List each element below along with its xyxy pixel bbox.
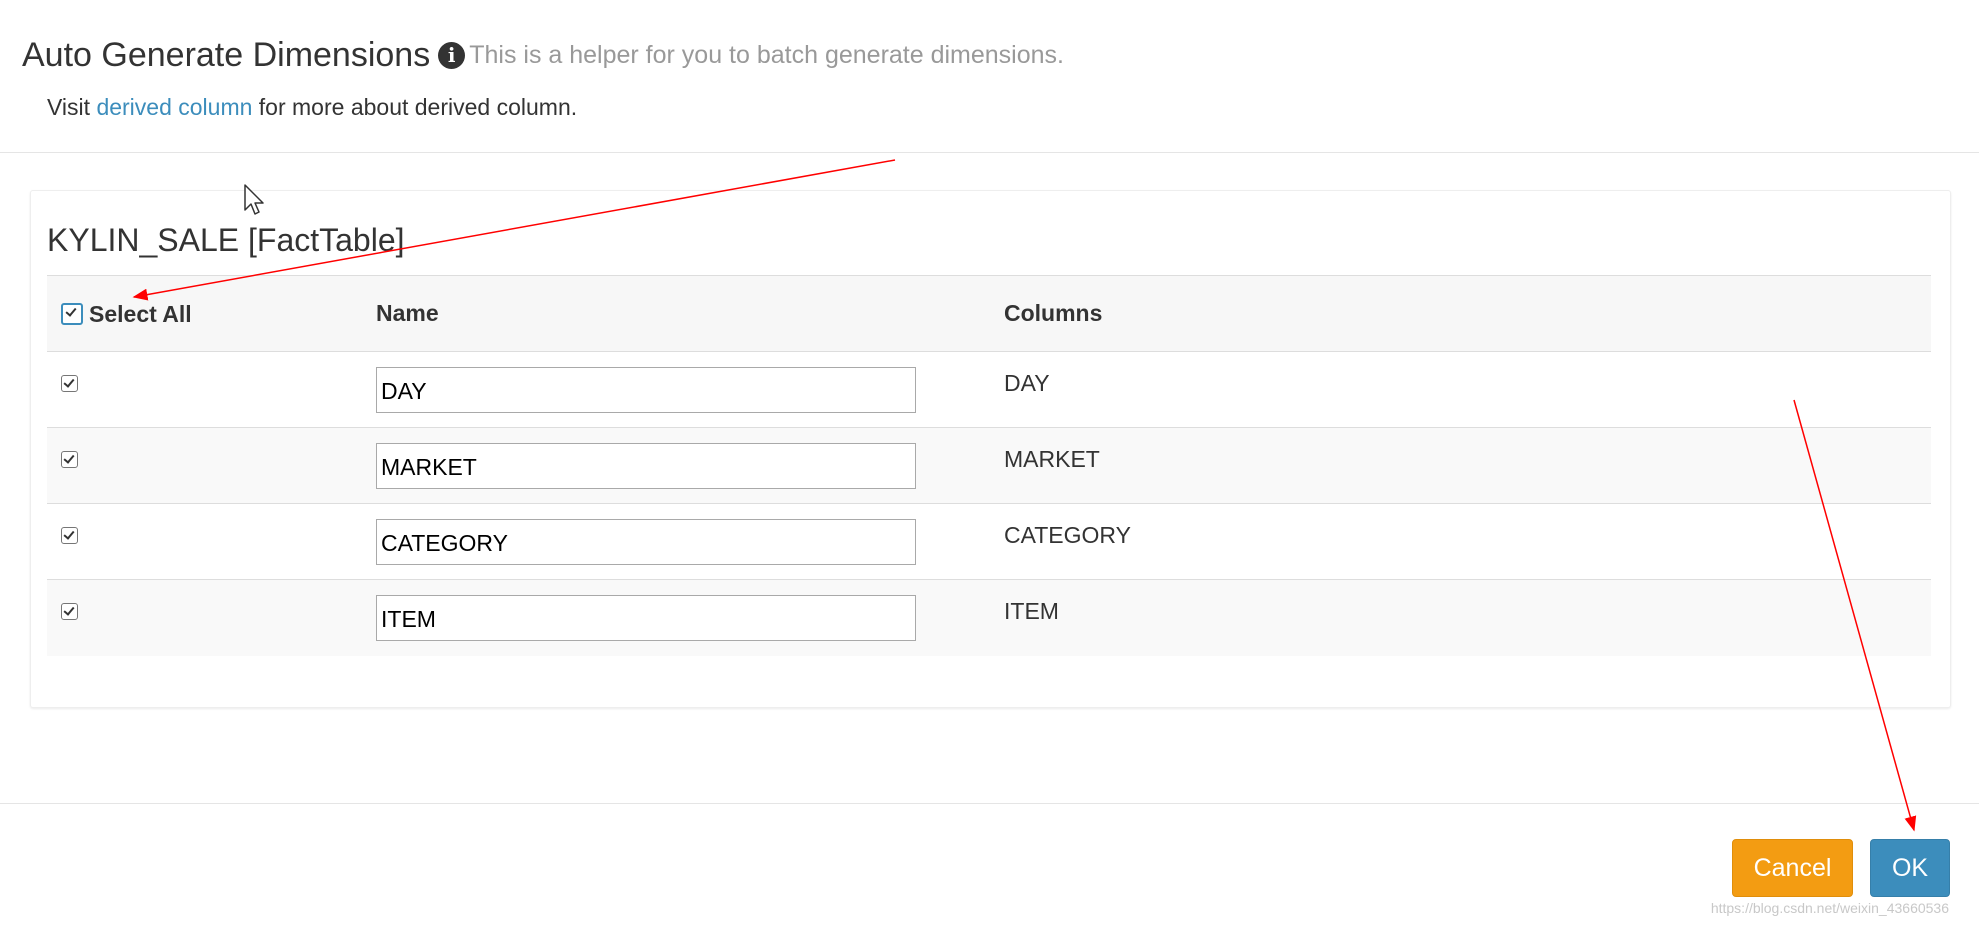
name-cell [376,579,1004,656]
row-select-cell [47,579,376,656]
modal-header: Auto Generate Dimensions i This is a helpe… [0,0,1979,153]
columns-column-header: Columns [1004,275,1931,352]
column-cell: CATEGORY [1004,503,1931,580]
visit-prefix: Visit [47,94,97,120]
visit-suffix: for more about derived column. [252,94,578,120]
table-row: DAY [47,351,1931,428]
dimension-name-input[interactable] [376,366,916,413]
name-cell [376,427,1004,504]
cancel-button[interactable]: Cancel [1732,839,1853,897]
derived-column-link[interactable]: derived column [96,94,252,120]
watermark: https://blog.csdn.net/weixin_43660536 [1710,900,1949,916]
derived-column-note: Visit derived column for more about deri… [47,94,577,121]
column-name: ITEM [1004,598,1059,625]
row-select-cell [47,427,376,504]
name-column-header: Name [376,275,1004,352]
row-select-cell [47,351,376,428]
ok-button[interactable]: OK [1870,839,1950,897]
column-name: DAY [1004,370,1050,396]
title-line: Auto Generate Dimensions i This is a helpe… [22,36,1064,75]
column-name: MARKET [1004,446,1100,472]
row-checkbox[interactable] [61,374,78,392]
table-row: MARKET [47,427,1931,504]
dimensions-table: Select All Name Columns DAY MARKET CATEG… [47,275,1931,656]
column-cell: DAY [1004,351,1931,428]
row-checkbox[interactable] [61,450,78,468]
select-all-checkbox[interactable] [61,303,83,326]
name-cell [376,351,1004,428]
column-cell: MARKET [1004,427,1931,504]
dimension-name-input[interactable] [376,442,916,489]
info-icon: i [438,42,466,69]
name-cell [376,503,1004,580]
modal-footer [0,803,1979,933]
table-header-row: Select All Name Columns [47,275,1931,352]
select-all-header: Select All [47,275,376,352]
column-cell: ITEM [1004,579,1931,656]
row-checkbox[interactable] [61,526,78,544]
row-select-cell [47,503,376,580]
select-all-label: Select All [89,300,192,327]
modal-title: Auto Generate Dimensions [22,36,431,74]
dimension-name-input[interactable] [376,518,916,565]
mouse-cursor-icon [244,184,264,215]
column-name: CATEGORY [1004,522,1131,548]
table-row: ITEM [47,579,1931,656]
dimension-name-input[interactable] [376,594,916,641]
helper-text: This is a helper for you to batch genera… [469,41,1064,69]
table-row: CATEGORY [47,503,1931,580]
fact-table-title: KYLIN_SALE [FactTable] [47,222,405,258]
row-checkbox[interactable] [61,603,78,621]
